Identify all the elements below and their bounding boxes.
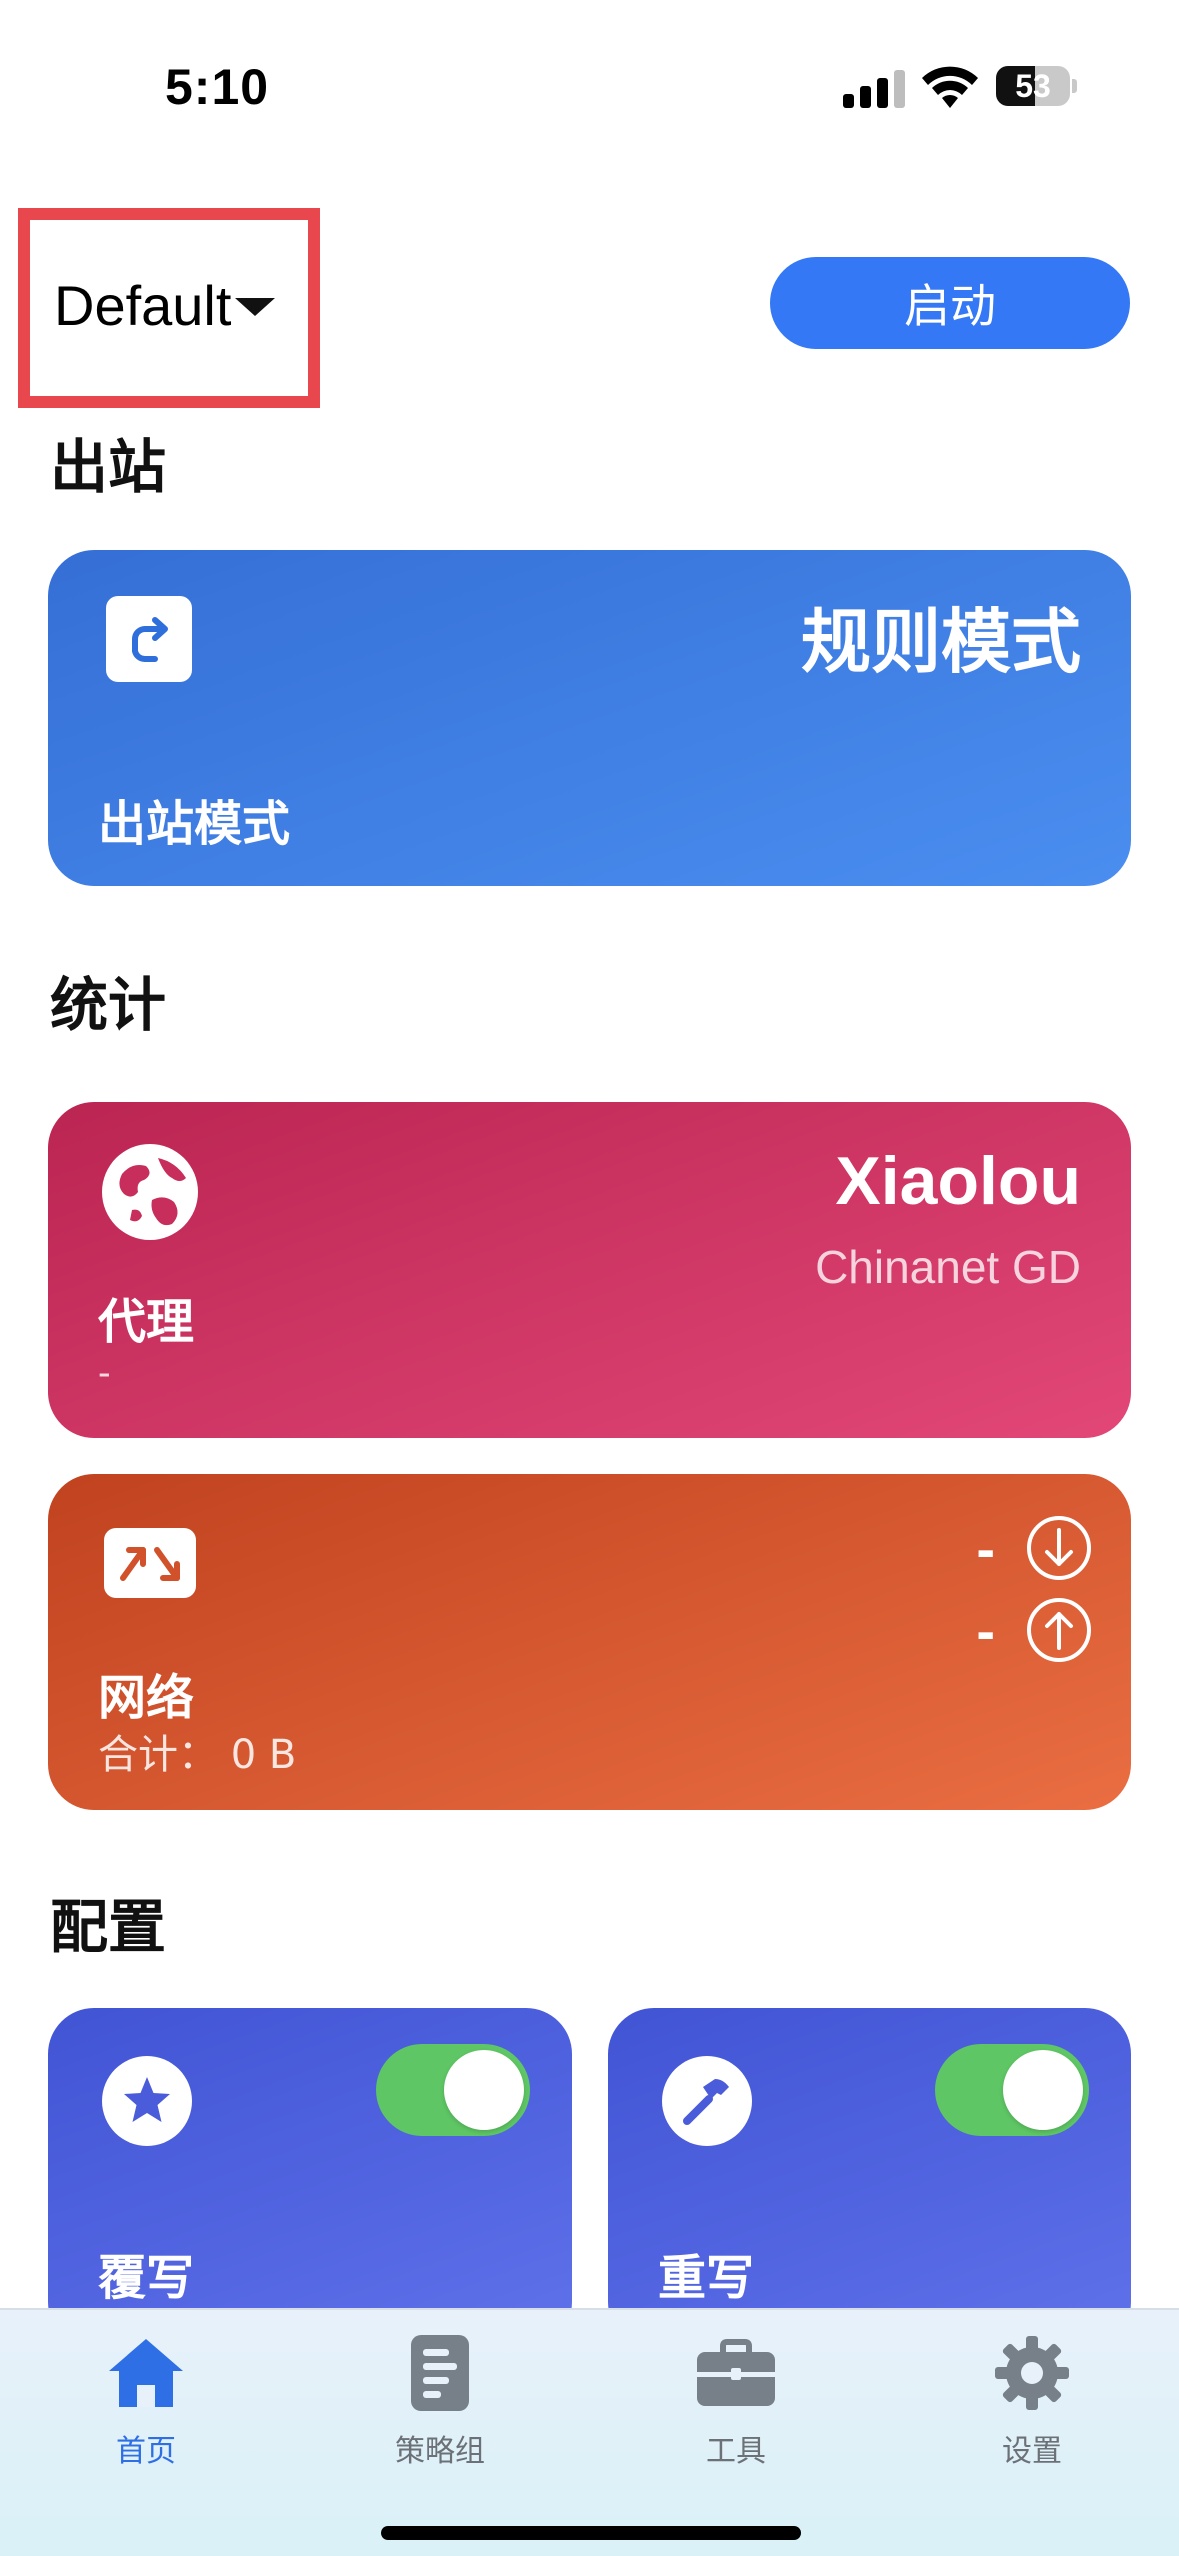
profile-selector[interactable]: Default xyxy=(54,262,276,348)
section-title-stats: 统计 xyxy=(50,971,167,1039)
network-total-value: 0 B xyxy=(230,1732,297,1778)
proxy-isp: Chinanet GD xyxy=(815,1241,1081,1293)
download-arrow-icon xyxy=(1027,1516,1091,1580)
redirect-arrow-icon xyxy=(106,596,192,682)
status-bar: 5:10 53 xyxy=(0,0,1179,160)
hammer-icon xyxy=(662,2056,752,2146)
profile-name: Default xyxy=(54,273,232,337)
tab-policy-groups[interactable]: 策略组 xyxy=(350,2330,530,2480)
caret-down-icon xyxy=(235,298,276,316)
tab-settings[interactable]: 设置 xyxy=(942,2330,1122,2480)
proxy-sub-value: - xyxy=(98,1352,111,1394)
tab-policy-groups-label: 策略组 xyxy=(395,2434,485,2469)
cellular-signal-icon xyxy=(843,70,905,108)
rewrite-toggle[interactable] xyxy=(935,2044,1089,2136)
document-icon xyxy=(395,2330,485,2416)
download-speed: - xyxy=(976,1516,995,1580)
wifi-icon xyxy=(922,66,978,108)
rewrite-label: 重写 xyxy=(658,2250,755,2306)
outbound-mode-value: 规则模式 xyxy=(801,601,1081,683)
outbound-mode-label: 出站模式 xyxy=(98,796,291,852)
override-toggle[interactable] xyxy=(376,2044,530,2136)
home-indicator xyxy=(381,2526,801,2540)
tab-home[interactable]: 首页 xyxy=(56,2330,236,2480)
proxy-node-name: Xiaolou xyxy=(835,1143,1081,1219)
tab-bar: 首页 策略组 工具 设置 xyxy=(0,2308,1179,2556)
traffic-arrows-icon xyxy=(104,1528,196,1598)
section-title-config: 配置 xyxy=(50,1893,167,1961)
start-button[interactable]: 启动 xyxy=(770,257,1130,349)
gear-icon xyxy=(987,2330,1077,2416)
tab-settings-label: 设置 xyxy=(1002,2434,1062,2469)
outbound-mode-card[interactable]: 规则模式 出站模式 xyxy=(48,550,1131,886)
home-icon xyxy=(101,2330,191,2416)
section-title-outbound: 出站 xyxy=(50,433,167,501)
override-label: 覆写 xyxy=(98,2250,195,2306)
battery-icon: 53 xyxy=(996,66,1077,106)
star-icon xyxy=(102,2056,192,2146)
toolbox-icon xyxy=(691,2330,781,2416)
globe-icon xyxy=(102,1144,198,1240)
tab-tools[interactable]: 工具 xyxy=(646,2330,826,2480)
battery-percent: 53 xyxy=(1015,68,1051,104)
override-card[interactable]: 覆写 xyxy=(48,2008,572,2348)
proxy-card[interactable]: Xiaolou Chinanet GD 代理 - xyxy=(48,1102,1131,1438)
network-label: 网络 xyxy=(98,1670,195,1726)
rewrite-card[interactable]: 重写 xyxy=(608,2008,1131,2348)
status-time: 5:10 xyxy=(165,59,270,115)
network-card[interactable]: - - 网络 合计： 0 B xyxy=(48,1474,1131,1810)
proxy-label: 代理 xyxy=(98,1294,195,1350)
upload-arrow-icon xyxy=(1027,1598,1091,1662)
tab-home-label: 首页 xyxy=(116,2434,176,2469)
network-total-label: 合计： xyxy=(98,1732,218,1778)
tab-tools-label: 工具 xyxy=(706,2434,766,2469)
network-total: 合计： 0 B xyxy=(98,1722,296,1780)
upload-speed: - xyxy=(976,1598,995,1662)
